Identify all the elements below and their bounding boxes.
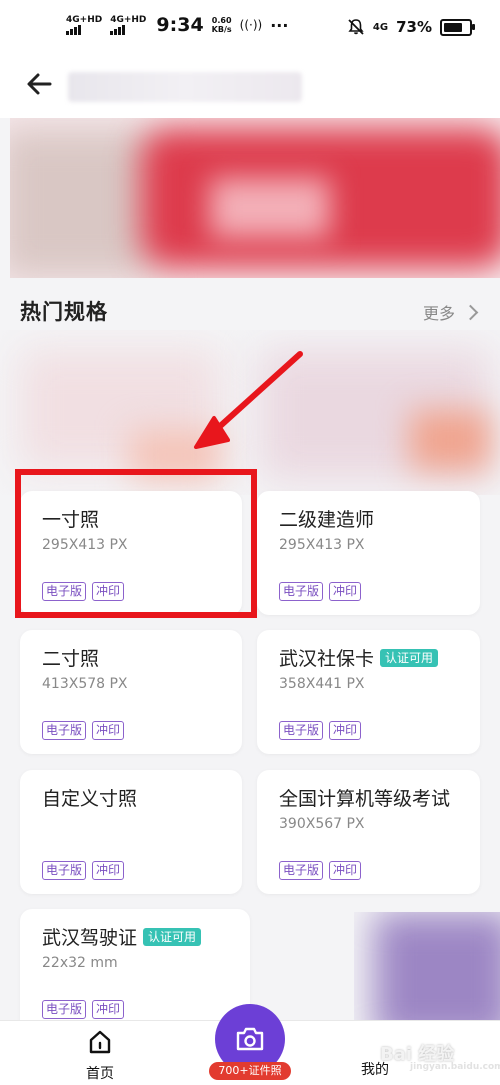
verified-badge: 认证可用 bbox=[143, 928, 202, 946]
speed-value: 0.60 bbox=[211, 16, 232, 25]
more-label: 更多 bbox=[422, 304, 455, 323]
tag-electronic: 电子版 bbox=[279, 861, 324, 880]
more-dots: ··· bbox=[270, 15, 289, 35]
card-size: 22x32 mm bbox=[42, 955, 118, 971]
card-title-row: 武汉驾驶证 认证可用 bbox=[42, 923, 202, 950]
card-title: 二寸照 bbox=[42, 648, 100, 670]
status-bar: 4G+HD 4G+HD 9:34 0.60 KB/s ((·)) ··· 4G … bbox=[0, 0, 500, 56]
promo-banner[interactable] bbox=[10, 118, 500, 278]
tag-print: 冲印 bbox=[92, 721, 125, 740]
card-size: 390X567 PX bbox=[279, 816, 365, 832]
battery-icon bbox=[440, 18, 475, 36]
verified-badge: 认证可用 bbox=[380, 649, 439, 667]
battery-percent: 73% bbox=[396, 18, 432, 36]
page-title-blurred bbox=[68, 72, 302, 102]
section-title: 热门规格 bbox=[20, 300, 108, 324]
status-right: 4G 73% bbox=[347, 18, 475, 36]
signal-1: 4G+HD bbox=[66, 14, 103, 35]
tag-electronic: 电子版 bbox=[279, 721, 324, 740]
tag-electronic: 电子版 bbox=[42, 861, 87, 880]
tag-print: 冲印 bbox=[92, 1000, 125, 1019]
chevron-right-icon bbox=[462, 304, 479, 320]
card-size: 358X441 PX bbox=[279, 676, 365, 692]
home-icon bbox=[89, 1030, 111, 1054]
card-title: 全国计算机等级考试 bbox=[279, 788, 451, 810]
status-left: 4G+HD 4G+HD 9:34 0.60 KB/s ((·)) ··· bbox=[66, 14, 288, 36]
clock: 9:34 bbox=[156, 14, 204, 36]
card-title: 武汉社保卡 bbox=[279, 648, 375, 670]
tag-electronic: 电子版 bbox=[279, 582, 324, 601]
spec-card-constructor[interactable]: 二级建造师 295X413 PX 电子版 冲印 bbox=[257, 491, 480, 615]
network-type-1: 4G+HD bbox=[66, 14, 103, 25]
spec-card-custom[interactable]: 自定义寸照 电子版 冲印 bbox=[20, 770, 242, 894]
floating-ad-thumbnail[interactable] bbox=[354, 912, 500, 1032]
spec-card-computer-exam[interactable]: 全国计算机等级考试 390X567 PX 电子版 冲印 bbox=[257, 770, 480, 894]
camera-badge: 700+证件照 bbox=[209, 1062, 291, 1080]
spec-card-two-inch[interactable]: 二寸照 413X578 PX 电子版 冲印 bbox=[20, 630, 242, 754]
network-type-3: 4G bbox=[372, 21, 389, 33]
tab-home-label: 首页 bbox=[86, 1066, 114, 1082]
annotation-highlight-box bbox=[15, 469, 257, 618]
card-size: 295X413 PX bbox=[279, 537, 365, 553]
network-type-2: 4G+HD bbox=[110, 14, 147, 25]
network-speed: 0.60 KB/s bbox=[212, 16, 232, 34]
spec-card-driver-license[interactable]: 武汉驾驶证 认证可用 22x32 mm 电子版 冲印 bbox=[20, 909, 250, 1033]
tag-electronic: 电子版 bbox=[42, 721, 87, 740]
tag-electronic: 电子版 bbox=[42, 1000, 87, 1019]
tag-print: 冲印 bbox=[329, 721, 362, 740]
signal-bars-icon bbox=[110, 24, 126, 35]
camera-icon bbox=[236, 1027, 264, 1051]
card-title-row: 武汉社保卡 认证可用 bbox=[279, 644, 439, 671]
mute-bell-icon bbox=[348, 19, 364, 35]
tag-print: 冲印 bbox=[92, 861, 125, 880]
tab-home[interactable]: 首页 bbox=[70, 1029, 130, 1083]
spec-card-social-security[interactable]: 武汉社保卡 认证可用 358X441 PX 电子版 冲印 bbox=[257, 630, 480, 754]
card-size: 413X578 PX bbox=[42, 676, 128, 692]
hotspot-icon: ((·)) bbox=[239, 18, 263, 32]
signal-2: 4G+HD bbox=[110, 14, 147, 35]
signal-bars-icon bbox=[66, 24, 81, 35]
card-title: 武汉驾驶证 bbox=[42, 927, 138, 949]
more-link[interactable]: 更多 bbox=[422, 300, 479, 324]
card-title: 自定义寸照 bbox=[42, 788, 138, 810]
tag-print: 冲印 bbox=[329, 861, 362, 880]
speed-unit: KB/s bbox=[211, 25, 232, 34]
header bbox=[0, 56, 500, 118]
watermark-sub: jingyan.baidu.com bbox=[410, 1062, 500, 1072]
card-title: 二级建造师 bbox=[279, 509, 375, 531]
watermark-logo: Bai 经验 jingyan.baidu.com bbox=[380, 1040, 500, 1072]
back-arrow-icon[interactable] bbox=[24, 68, 56, 100]
tag-print: 冲印 bbox=[329, 582, 362, 601]
